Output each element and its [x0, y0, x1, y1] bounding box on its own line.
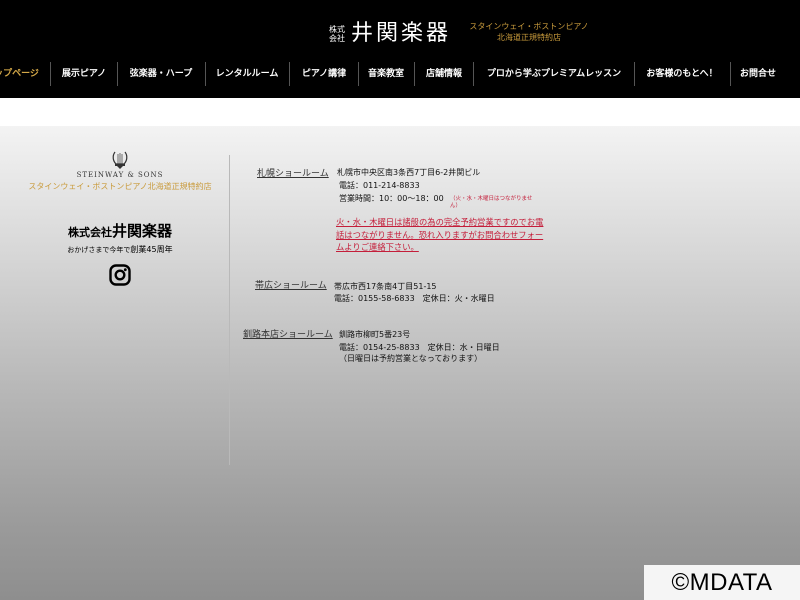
tagline-line1: スタインウェイ・ボストンピアノ	[469, 22, 589, 31]
sapporo-address: 札幌市中央区南3条西7丁目6-2井関ビル	[337, 168, 481, 177]
nav-separator	[50, 62, 51, 86]
kabushiki-kaisha-mark: 株式 会社	[329, 25, 345, 43]
dealer-tagline: スタインウェイ・ボストンピアノ北海道正規特約店	[28, 182, 212, 191]
nav-item-music-school[interactable]: 音楽教室	[368, 61, 404, 87]
main-nav: トップページ 展示ピアノ 弦楽器・ハープ レンタルルーム ピアノ講律 音楽教室 …	[0, 61, 800, 87]
steinway-lyre-icon	[112, 151, 128, 169]
watermark: ©MDATA	[644, 565, 800, 600]
kabu-line2: 会社	[329, 34, 345, 43]
sapporo-showroom-link[interactable]: 札幌ショールーム	[257, 166, 329, 179]
company-name-main: 井関楽器	[111, 222, 172, 240]
anniv-c: 創業45周年	[130, 245, 173, 254]
site-header: 株式 会社 井関楽器 スタインウェイ・ボストンピアノ 北海道正規特約店 トップペ…	[0, 0, 800, 98]
anniv-a: おかげさまで	[67, 246, 110, 254]
nav-item-rental-room[interactable]: レンタルルーム	[216, 61, 279, 87]
nav-item-store-info[interactable]: 店舗情報	[426, 61, 462, 87]
anniv-b: 今年で	[109, 246, 131, 254]
steinway-logo-text: STEINWAY & SONS	[76, 171, 164, 179]
nav-item-outreach[interactable]: お客様のもとへ！	[646, 61, 717, 87]
obihiro-tel: 電話：0155-58-6833 定休日：火・水曜日	[334, 294, 495, 303]
sapporo-closed-line2: ん）	[450, 203, 462, 209]
company-card: STEINWAY & SONS スタインウェイ・ボストンピアノ北海道正規特約店 …	[20, 150, 220, 286]
instagram-icon[interactable]	[109, 264, 131, 286]
store-info-section: STEINWAY & SONS スタインウェイ・ボストンピアノ北海道正規特約店 …	[0, 126, 800, 600]
sapporo-closed-line1: （火・水・木曜日はつながりませ	[450, 196, 533, 202]
nav-separator	[289, 62, 290, 86]
nav-item-premium-lesson[interactable]: プロから学ぶプレミアムレッスン	[487, 61, 621, 87]
nav-separator	[634, 62, 635, 86]
kushiro-address: 釧路市柳町5番23号	[339, 330, 411, 339]
company-prefix: 株式会社	[67, 226, 112, 239]
sapporo-hours: 営業時間：10：00〜18：00	[339, 194, 444, 203]
tagline-line2: 北海道正規特約店	[497, 33, 561, 42]
nav-separator	[730, 62, 731, 86]
header-tagline: スタインウェイ・ボストンピアノ 北海道正規特約店	[468, 21, 590, 43]
kushiro-note: （日曜日は予約営業となっております）	[339, 354, 483, 363]
nav-item-contact[interactable]: お問合せ	[740, 61, 776, 87]
sapporo-tel: 電話：011-214-8833	[339, 181, 420, 190]
sapporo-notice-link[interactable]: 火・水・木曜日は諸般の為の完全予約営業ですのでお電話はつながりません。恐れ入りま…	[336, 216, 551, 254]
nav-separator	[117, 62, 118, 86]
nav-separator	[473, 62, 474, 86]
brand-logo[interactable]: 株式 会社 井関楽器	[329, 20, 451, 48]
vertical-divider	[229, 155, 230, 465]
kushiro-showroom-link[interactable]: 釧路本店ショールーム	[243, 327, 333, 340]
anniversary-text: おかげさまで今年で創業45周年	[20, 244, 220, 255]
nav-item-top[interactable]: トップページ	[0, 61, 39, 87]
company-name: 株式会社井関楽器	[20, 220, 220, 241]
nav-separator	[358, 62, 359, 86]
nav-item-exhibit-piano[interactable]: 展示ピアノ	[62, 61, 106, 87]
obihiro-showroom-link[interactable]: 帯広ショールーム	[255, 278, 327, 291]
nav-item-strings-harp[interactable]: 弦楽器・ハープ	[130, 61, 192, 87]
brand-name: 井関楽器	[351, 21, 452, 46]
nav-item-piano-tuning[interactable]: ピアノ講律	[302, 61, 346, 87]
nav-separator	[414, 62, 415, 86]
nav-separator	[205, 62, 206, 86]
kabu-line1: 株式	[329, 25, 345, 34]
